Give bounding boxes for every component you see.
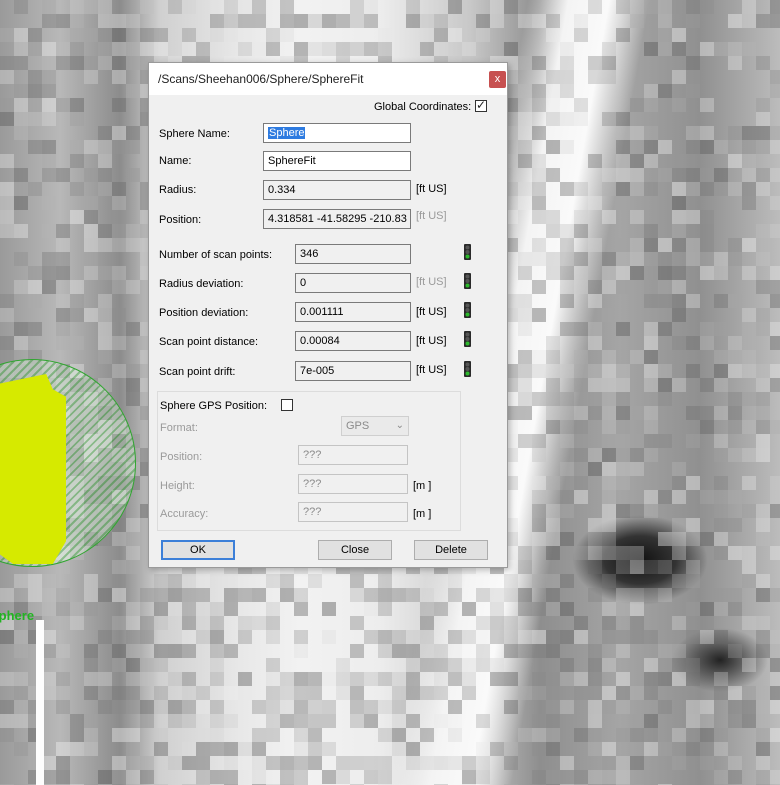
dialog-titlebar[interactable]: /Scans/Sheehan006/Sphere/SphereFit x	[149, 63, 507, 95]
dialog-title: /Scans/Sheehan006/Sphere/SphereFit	[158, 72, 364, 86]
sphere-name-label: Sphere Name:	[159, 128, 230, 140]
scan-points-label: Number of scan points:	[159, 249, 273, 261]
gps-position-field-label: Position:	[160, 451, 203, 463]
radius-unit: [ft US]	[416, 183, 447, 195]
sphere-name-input[interactable]: Sphere	[263, 123, 411, 143]
ok-button[interactable]: OK	[161, 540, 235, 560]
sphere-name-value: Sphere	[268, 127, 306, 139]
format-value: GPS	[346, 420, 370, 432]
radius-deviation-field[interactable]: 0	[295, 273, 411, 293]
chevron-down-icon: ⌄	[395, 420, 404, 431]
radius-deviation-unit: [ft US]	[416, 276, 447, 288]
sphere-fit-dialog: /Scans/Sheehan006/Sphere/SphereFit x Glo…	[148, 62, 508, 568]
scan-feature-pole	[36, 620, 44, 785]
height-label: Height:	[160, 480, 195, 492]
close-button[interactable]: Close	[318, 540, 392, 560]
position-deviation-field[interactable]: 0.001111	[295, 302, 411, 322]
scan-point-drift-unit: [ft US]	[416, 364, 447, 376]
name-label: Name:	[159, 155, 192, 167]
scan-point-distance-label: Scan point distance:	[159, 336, 259, 348]
gps-position-checkbox[interactable]	[281, 399, 293, 411]
name-input[interactable]: SphereFit	[263, 151, 411, 171]
position-unit: [ft US]	[416, 210, 447, 222]
radius-label: Radius:	[159, 184, 197, 196]
position-field[interactable]: 4.318581 -41.58295 -210.83	[263, 209, 411, 229]
sphere-label: Sphere	[0, 608, 35, 623]
close-icon[interactable]: x	[489, 71, 506, 88]
gps-position-field[interactable]: ???	[298, 445, 408, 465]
checkmark-icon: ✓	[476, 98, 487, 112]
traffic-light-icon	[464, 244, 471, 260]
traffic-light-icon	[464, 302, 471, 318]
position-label: Position:	[159, 214, 202, 226]
scan-points-field[interactable]: 346	[295, 244, 411, 264]
traffic-light-icon	[464, 331, 471, 347]
scan-point-distance-field[interactable]: 0.00084	[295, 331, 411, 351]
scan-point-distance-unit: [ft US]	[416, 335, 447, 347]
accuracy-unit: [m ]	[413, 508, 432, 520]
scan-point-drift-field[interactable]: 7e-005	[295, 361, 411, 381]
delete-button[interactable]: Delete	[414, 540, 488, 560]
scan-point-drift-label: Scan point drift:	[159, 366, 236, 378]
gps-position-label: Sphere GPS Position:	[160, 400, 268, 412]
traffic-light-icon	[464, 273, 471, 289]
radius-deviation-label: Radius deviation:	[159, 278, 244, 290]
radius-field[interactable]: 0.334	[263, 180, 411, 200]
height-unit: [m ]	[413, 480, 432, 492]
format-select[interactable]: GPS ⌄	[341, 416, 409, 436]
global-coordinates-checkbox[interactable]: ✓	[475, 98, 487, 112]
sphere-scan-points	[0, 374, 66, 564]
traffic-light-icon	[464, 361, 471, 377]
global-coordinates-label: Global Coordinates:	[374, 101, 472, 113]
height-field[interactable]: ???	[298, 474, 408, 494]
position-deviation-label: Position deviation:	[159, 307, 249, 319]
accuracy-field[interactable]: ???	[298, 502, 408, 522]
accuracy-label: Accuracy:	[160, 508, 209, 520]
position-deviation-unit: [ft US]	[416, 306, 447, 318]
format-label: Format:	[160, 422, 198, 434]
